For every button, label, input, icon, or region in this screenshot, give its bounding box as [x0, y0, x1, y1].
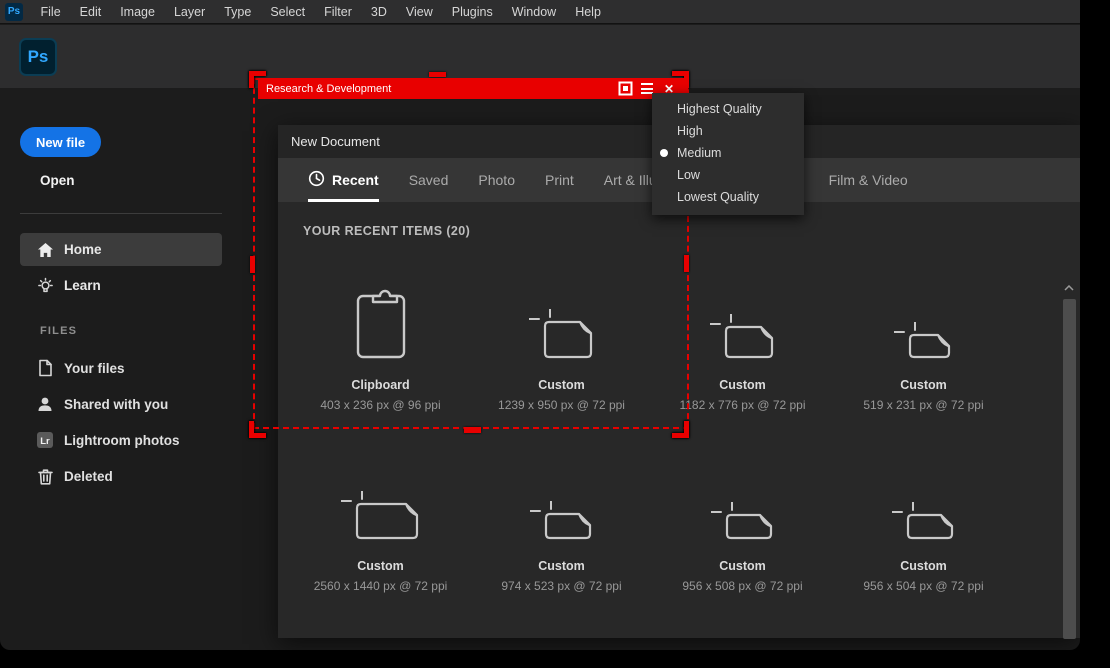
menu-item[interactable]: Edit [70, 0, 111, 24]
people-icon [36, 395, 54, 413]
marquee-handle-top[interactable] [429, 72, 446, 77]
ps-logo-icon: Ps [5, 3, 23, 21]
files-item-label: Deleted [64, 469, 113, 484]
files-list: Your files Shared with you Lr Lightroom … [20, 350, 240, 494]
files-list-item[interactable]: Lr Lightroom photos [20, 422, 240, 458]
recent-item-name: Custom [719, 378, 766, 392]
open-button[interactable]: Open [40, 173, 75, 188]
menu-item[interactable]: 3D [361, 0, 396, 24]
menu-item[interactable]: Help [566, 0, 611, 24]
menu-item[interactable]: Plugins [442, 0, 502, 24]
sidebar-nav-item[interactable]: Learn [20, 269, 222, 302]
recent-item-size: 974 x 523 px @ 72 ppi [501, 579, 621, 593]
recent-item-name: Custom [357, 559, 404, 573]
recent-item[interactable]: Custom 956 x 504 px @ 72 ppi [833, 438, 1014, 619]
menu-item[interactable]: Type [215, 0, 261, 24]
menu-items: FileEditImageLayerTypeSelectFilter3DView… [31, 0, 610, 24]
scroll-up-arrow-icon[interactable] [1061, 281, 1077, 295]
menu-item[interactable]: Image [111, 0, 165, 24]
learn-icon [36, 277, 54, 295]
menu-item[interactable]: Filter [315, 0, 362, 24]
recent-item[interactable]: Custom 956 x 508 px @ 72 ppi [652, 438, 833, 619]
ps-logo-large-icon: Ps [19, 38, 57, 76]
marquee-handle-bottom[interactable] [464, 427, 481, 433]
quality-menu-item[interactable]: Medium [652, 142, 804, 164]
quality-menu-item[interactable]: Highest Quality [652, 98, 804, 120]
lightroom-icon: Lr [36, 431, 54, 449]
marquee-handle-left[interactable] [250, 256, 255, 273]
recent-item-name: Custom [900, 559, 947, 573]
quality-menu-item[interactable]: Low [652, 164, 804, 186]
capture-window-title: Research & Development [266, 83, 614, 95]
recent-item[interactable]: Custom 2560 x 1440 px @ 72 ppi [290, 438, 471, 619]
files-list-item[interactable]: Shared with you [20, 386, 240, 422]
quality-menu-item[interactable]: High [652, 120, 804, 142]
files-item-label: Your files [64, 361, 125, 376]
capture-selection-marquee[interactable] [253, 78, 689, 429]
home-icon [36, 241, 54, 259]
recent-item-size: 519 x 231 px @ 72 ppi [863, 398, 983, 412]
square-icon [618, 81, 633, 96]
recent-item-name: Custom [900, 378, 947, 392]
capture-window-titlebar[interactable]: Research & Development ✕ [258, 78, 688, 99]
recent-item-size: 1182 x 776 px @ 72 ppi [679, 398, 805, 412]
menu-item[interactable]: View [396, 0, 442, 24]
sidebar-nav-label: Learn [64, 278, 101, 293]
menu-item[interactable]: Window [502, 0, 565, 24]
trash-icon [36, 467, 54, 485]
menu-item[interactable]: Select [261, 0, 315, 24]
recent-item-size: 956 x 508 px @ 72 ppi [682, 579, 802, 593]
custom-doc-icon [711, 438, 775, 542]
scrollbar-thumb[interactable] [1063, 299, 1076, 639]
files-item-label: Lightroom photos [64, 433, 179, 448]
files-item-label: Shared with you [64, 397, 168, 412]
custom-doc-icon [341, 438, 421, 542]
marquee-corner-bottom-left[interactable] [249, 421, 266, 438]
recent-item[interactable]: Custom 519 x 231 px @ 72 ppi [833, 257, 1014, 438]
sidebar-divider [20, 213, 222, 214]
menu-item[interactable]: Layer [164, 0, 214, 24]
files-list-item[interactable]: Your files [20, 350, 240, 386]
quality-dropdown-menu: Highest Quality High Medium Low Lowest Q… [652, 93, 804, 215]
file-icon [36, 359, 54, 377]
files-section-label: FILES [40, 325, 77, 337]
recent-item[interactable]: Custom 974 x 523 px @ 72 ppi [471, 438, 652, 619]
sidebar-nav-label: Home [64, 242, 102, 257]
marquee-handle-right[interactable] [684, 255, 689, 272]
capture-area-button[interactable] [614, 78, 636, 99]
custom-doc-icon [892, 438, 956, 542]
quality-menu-item[interactable]: Lowest Quality [652, 186, 804, 208]
custom-doc-icon [710, 257, 776, 361]
svg-text:Lr: Lr [40, 436, 50, 447]
new-file-button[interactable]: New file [20, 127, 101, 157]
sidebar: New file Open Home Learn FILES [0, 88, 260, 650]
marquee-corner-bottom-right[interactable] [672, 421, 689, 438]
sidebar-nav-item[interactable]: Home [20, 233, 222, 266]
menu-item[interactable]: File [31, 0, 70, 24]
custom-doc-icon [894, 257, 953, 361]
recent-item-size: 2560 x 1440 px @ 72 ppi [314, 579, 448, 593]
dialog-tab[interactable]: Film & Video [829, 158, 908, 202]
recent-item-size: 956 x 504 px @ 72 ppi [863, 579, 983, 593]
custom-doc-icon [530, 438, 594, 542]
files-list-item[interactable]: Deleted [20, 458, 240, 494]
recent-item-name: Custom [719, 559, 766, 573]
dialog-tab-label: Film & Video [829, 172, 908, 188]
menu-bar: Ps FileEditImageLayerTypeSelectFilter3DV… [0, 0, 1080, 24]
recent-item-name: Custom [538, 559, 585, 573]
